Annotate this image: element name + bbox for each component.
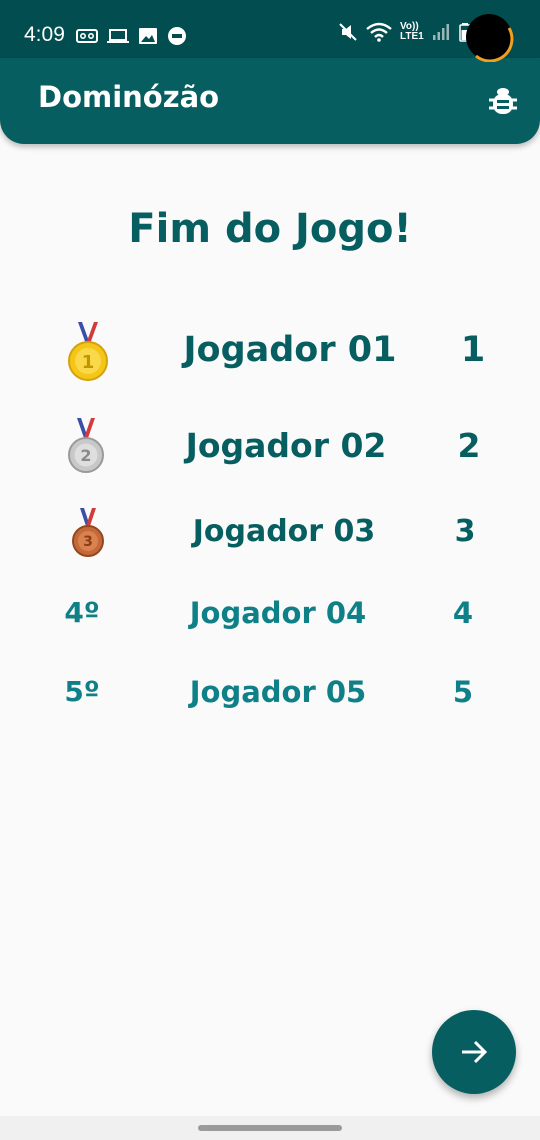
player-score: 4 xyxy=(452,596,474,630)
debug-button[interactable] xyxy=(488,86,518,118)
camera-ring-icon xyxy=(475,27,514,62)
player-name: Jogador 01 xyxy=(183,330,397,370)
mute-icon xyxy=(339,23,357,41)
player-name: Jogador 04 xyxy=(189,596,367,630)
next-button[interactable] xyxy=(432,1010,516,1094)
app-badge-icon xyxy=(168,27,186,45)
player-score: 5 xyxy=(452,675,474,709)
app-title: Dominózão xyxy=(38,80,220,114)
status-time: 4:09 xyxy=(24,23,65,46)
player-position: 4º xyxy=(64,596,100,629)
page-title: Fim do Jogo! xyxy=(128,206,412,252)
bug-icon xyxy=(489,88,517,114)
svg-text:2: 2 xyxy=(80,446,91,465)
ranking-row-4: 4º Jogador 04 4 xyxy=(0,594,540,654)
player-name: Jogador 05 xyxy=(189,675,367,709)
gold-medal-icon: 1 xyxy=(58,322,118,386)
home-gesture-handle[interactable] xyxy=(198,1125,342,1131)
voicemail-icon xyxy=(76,29,98,43)
image-icon xyxy=(139,28,157,44)
network-label: Vo)) LTE1 xyxy=(400,22,424,42)
bronze-medal-icon: 3 xyxy=(58,508,118,562)
navigation-bar xyxy=(0,1116,540,1140)
player-score: 3 xyxy=(454,514,476,549)
wifi-icon xyxy=(366,22,392,42)
app-bar: Dominózão xyxy=(0,58,540,144)
player-position: 5º xyxy=(64,675,100,708)
ranking-row-3: 3 Jogador 03 3 xyxy=(0,508,540,568)
ranking-row-5: 5º Jogador 05 5 xyxy=(0,673,540,733)
player-name: Jogador 03 xyxy=(192,514,376,549)
laptop-icon xyxy=(107,29,129,43)
svg-text:3: 3 xyxy=(83,534,93,550)
ranking-row-1: 1 Jogador 01 1 xyxy=(0,320,540,381)
status-notification-icons xyxy=(76,26,187,46)
player-score: 2 xyxy=(457,426,481,465)
lte-label: LTE1 xyxy=(400,31,424,42)
player-name: Jogador 02 xyxy=(185,426,387,465)
status-system-icons: Vo)) LTE1 xyxy=(338,22,472,42)
silver-medal-icon: 2 xyxy=(56,418,116,478)
arrow-right-icon xyxy=(462,1040,488,1064)
player-score: 1 xyxy=(460,330,486,370)
svg-text:1: 1 xyxy=(82,352,95,373)
ranking-row-2: 2 Jogador 02 2 xyxy=(0,418,540,478)
signal-icon xyxy=(432,24,449,40)
